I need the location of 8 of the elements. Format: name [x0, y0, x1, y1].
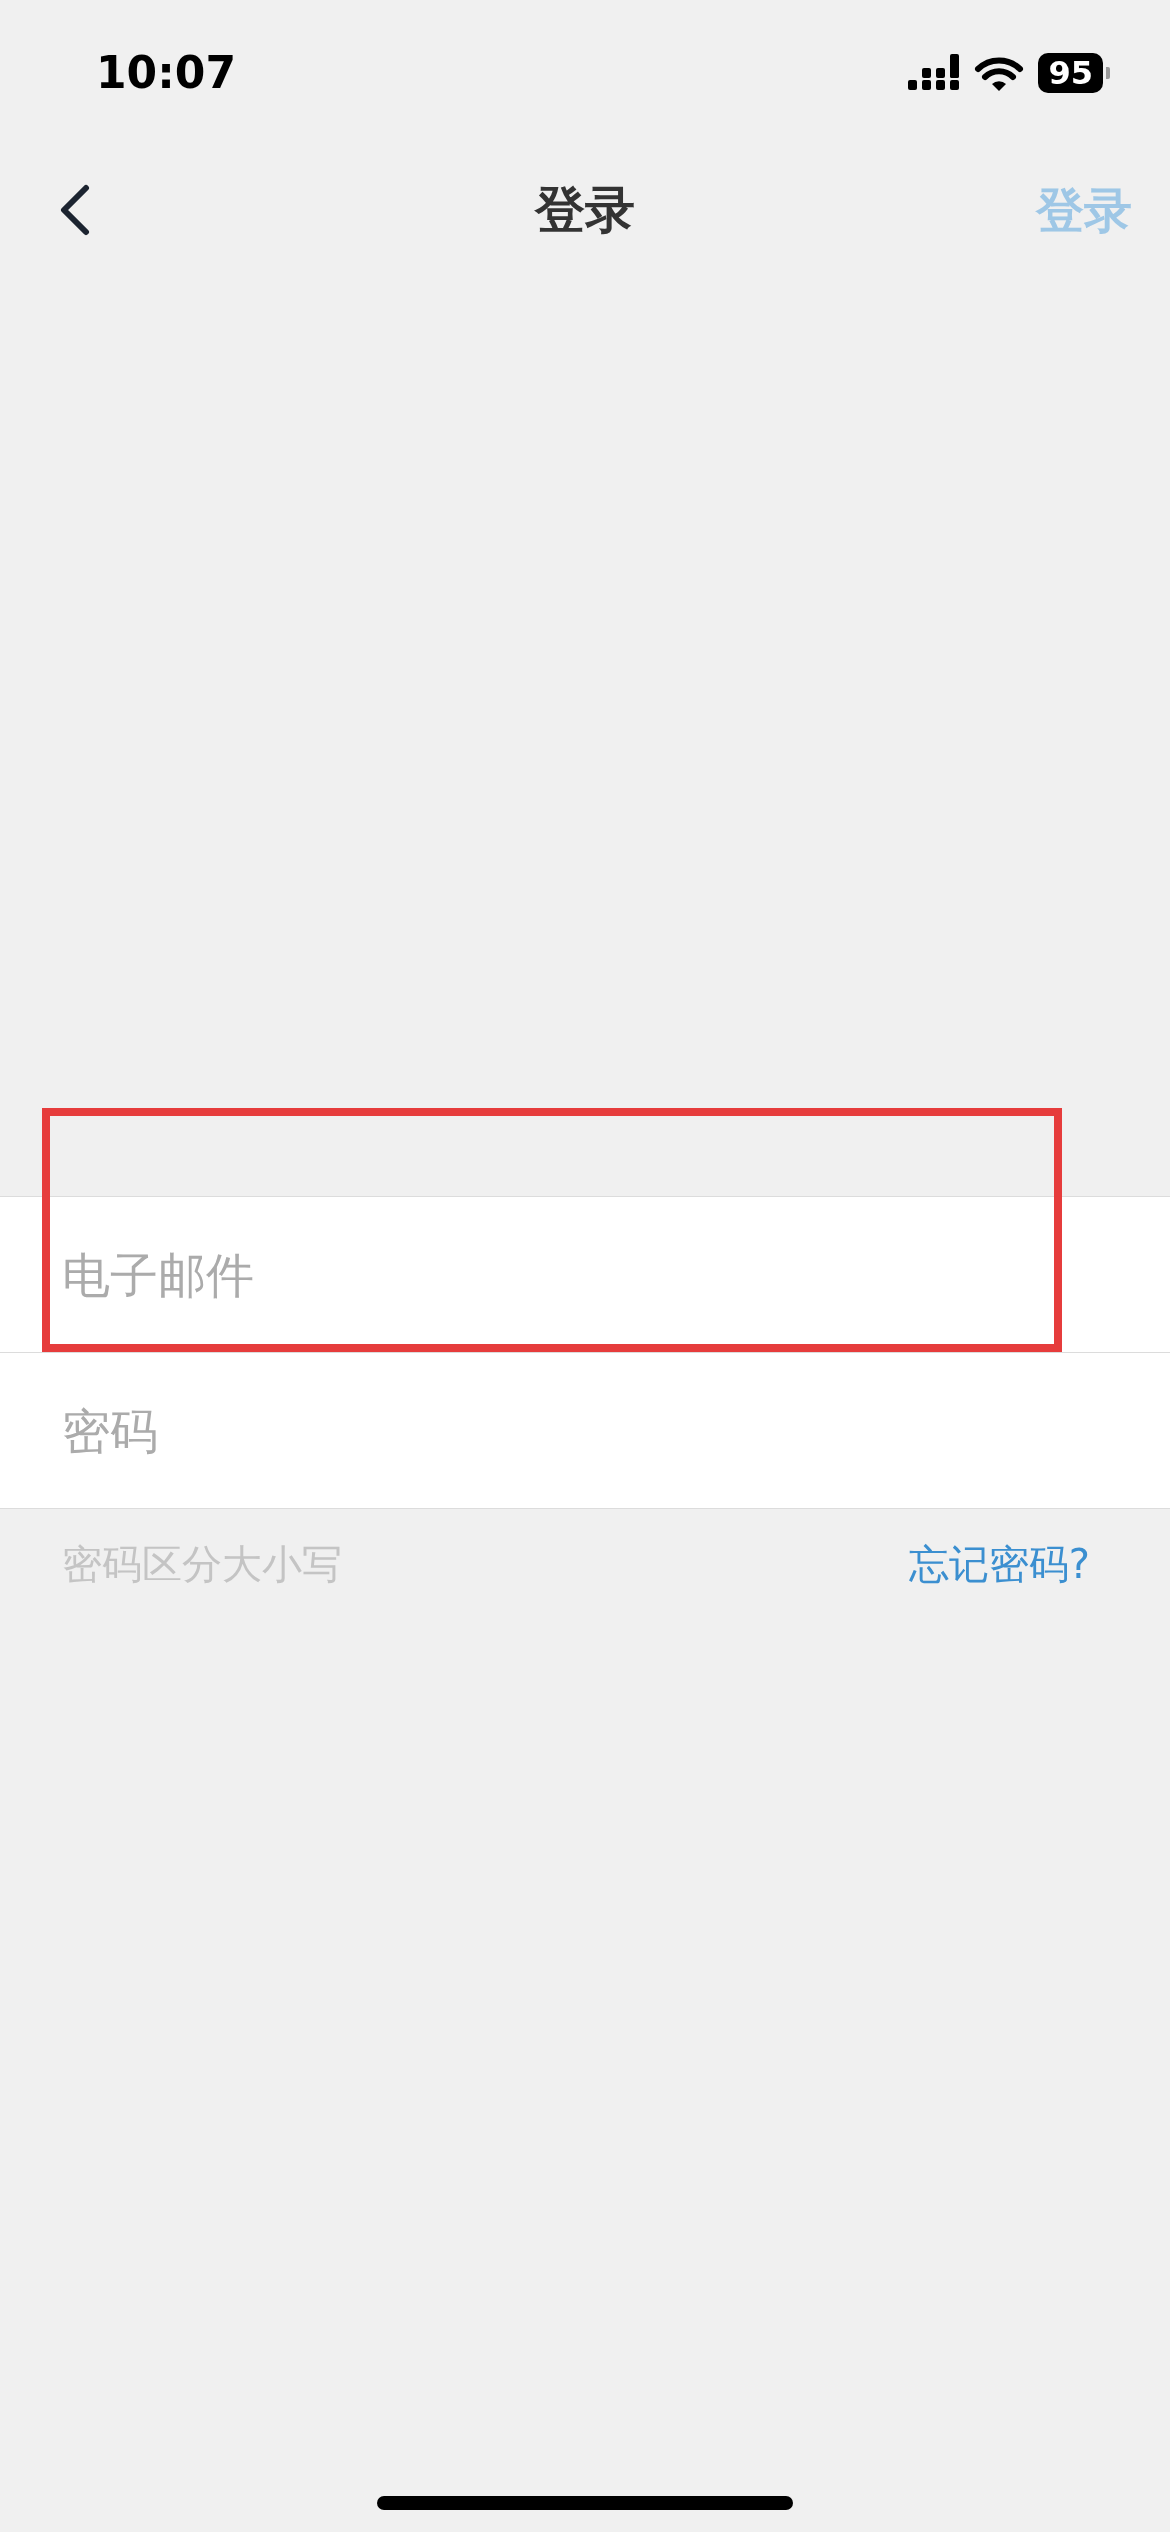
text-field[interactable]: 密码	[0, 1353, 1170, 1508]
forgot-password-link[interactable]: 忘记密码?	[908, 1534, 1090, 1594]
back-icon	[60, 184, 90, 236]
text-field[interactable]: 电子邮件	[0, 1197, 1170, 1352]
wifi-icon	[974, 55, 1025, 91]
page-title: 登录	[535, 179, 635, 241]
status-time: 10:07	[96, 46, 237, 100]
signal-icon	[908, 54, 961, 92]
